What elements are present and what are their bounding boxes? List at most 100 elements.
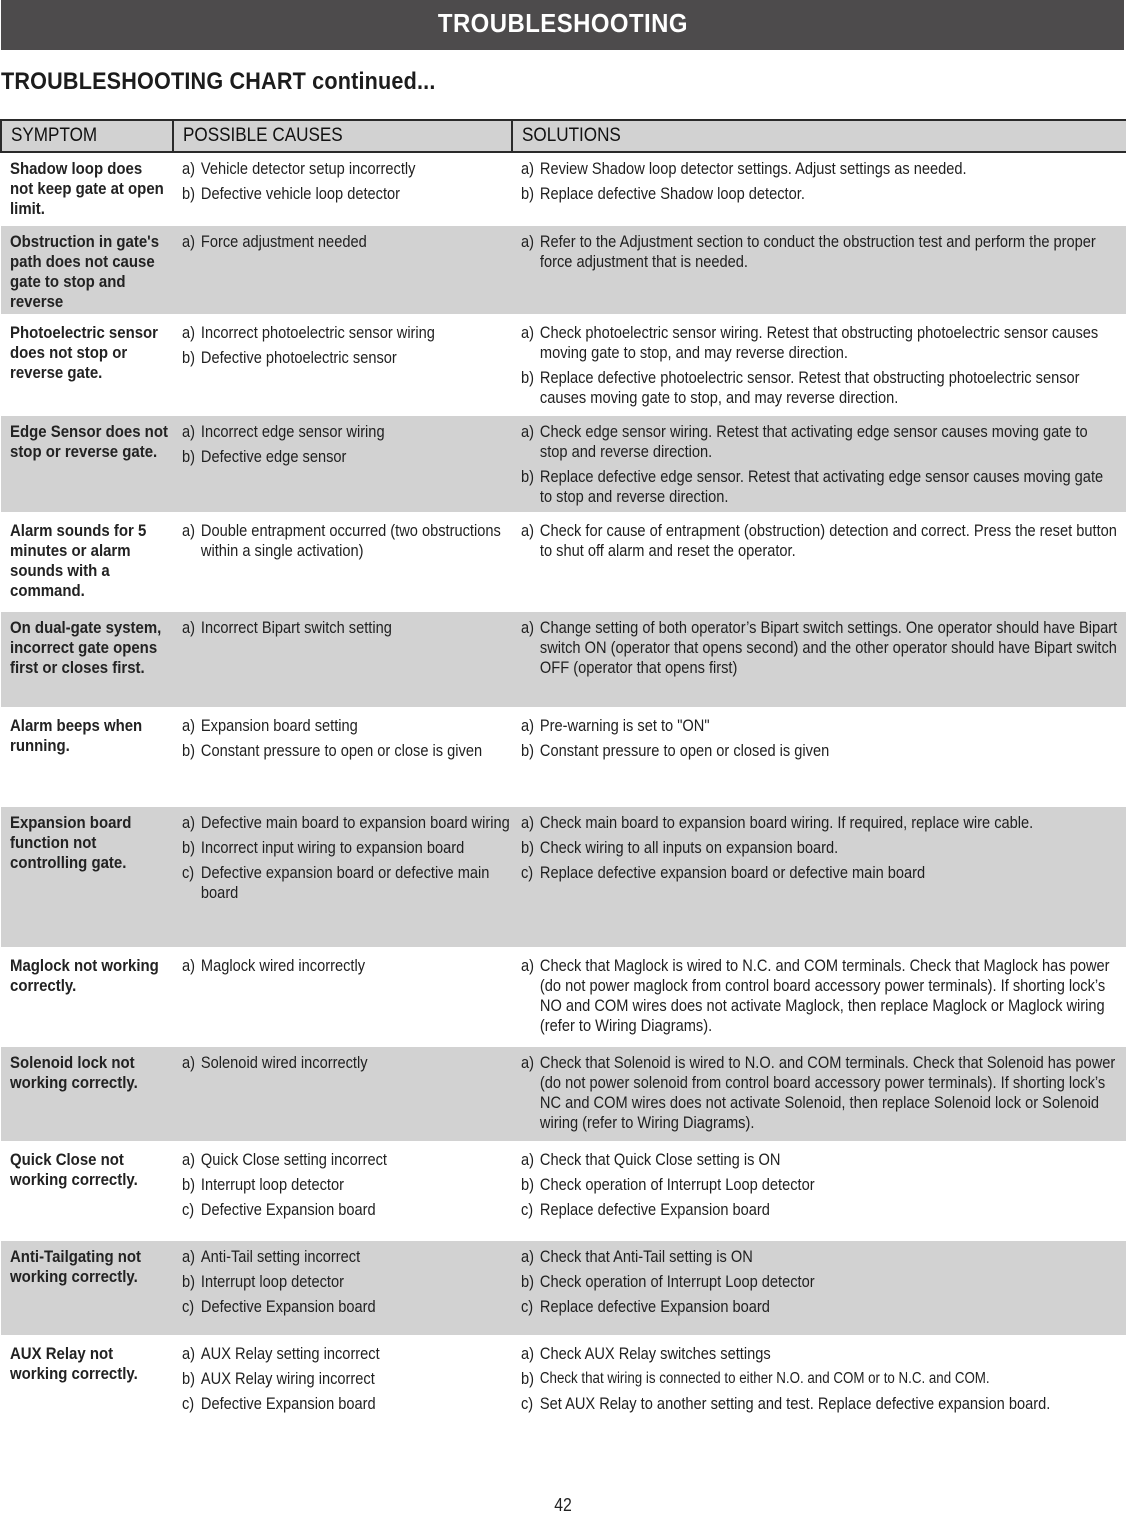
column-header-solutions: SOLUTIONS <box>511 119 1126 153</box>
item-text: Constant pressure to open or close is gi… <box>200 740 483 760</box>
symptom-cell: Anti-Tailgating not working correctly. <box>1 1237 173 1336</box>
item-label: a) <box>182 617 196 637</box>
item-label: b) <box>521 740 535 760</box>
possible-causes-cell: a) Anti-Tail setting incorrect b) Interrupt… <box>173 1237 512 1336</box>
cause-item: c) Defective Expansion board <box>182 1297 511 1317</box>
possible-causes-cell: a) Quick Close setting incorrect b) Interru… <box>173 1140 512 1239</box>
item-label: a) <box>521 1149 535 1169</box>
symptom-text: Solenoid lock not working correctly. <box>10 1052 138 1092</box>
possible-causes-cell: a) Force adjustment needed <box>173 222 512 315</box>
item-text: Defective Expansion board <box>200 1296 376 1316</box>
item-text: Incorrect Bipart switch setting <box>200 617 392 637</box>
item-label: b) <box>182 1174 196 1194</box>
solutions-cell: a) Refer to the Adjustment section to con… <box>512 222 1126 315</box>
item-label: a) <box>182 1052 196 1072</box>
possible-causes-cell: a) Vehicle detector setup incorrectly b) De… <box>173 152 512 224</box>
item-label: b) <box>182 446 196 466</box>
cause-item: a) Incorrect edge sensor wiring <box>182 422 511 442</box>
solution-item: a) Check that Anti-Tail setting is ON <box>521 1247 1119 1267</box>
symptom-cell: Alarm sounds for 5 minutes or alarm soun… <box>1 511 173 610</box>
item-text: Vehicle detector setup incorrectly <box>200 159 416 178</box>
item-text: Check AUX Relay switches settings <box>539 1343 771 1363</box>
cause-item: b) AUX Relay wiring incorrect <box>182 1369 511 1389</box>
table-row: Alarm beeps when running. a) Expansion boa… <box>1 706 1126 805</box>
possible-causes-cell: a) Incorrect edge sensor wiring b) Defectiv… <box>173 412 512 513</box>
cause-item: c) Defective expansion board or defective… <box>182 863 511 903</box>
item-text: Maglock wired incorrectly <box>200 955 366 975</box>
item-label: a) <box>521 520 535 540</box>
cause-item: a) Solenoid wired incorrectly <box>182 1053 511 1073</box>
item-label: a) <box>182 715 196 735</box>
item-text: Check that Maglock is wired to N.C. and … <box>539 955 1110 1035</box>
cause-item: c) Defective Expansion board <box>182 1200 511 1220</box>
chart-subtitle: TROUBLESHOOTING CHART continued... <box>1 68 436 95</box>
table-header-row: SYMPTOM POSSIBLE CAUSES SOLUTIONS <box>0 119 1126 153</box>
item-text: Defective photoelectric sensor <box>200 347 397 367</box>
cause-item: a) Vehicle detector setup incorrectly <box>182 159 511 179</box>
cause-item: b) Constant pressure to open or close is … <box>182 741 511 761</box>
item-label: c) <box>521 1296 534 1316</box>
possible-causes-cell: a) Maglock wired incorrectly <box>173 946 512 1045</box>
cause-item: b) Defective edge sensor <box>182 447 511 467</box>
solution-item: c) Set AUX Relay to another setting and t… <box>521 1394 1119 1414</box>
solution-item: a) Check that Maglock is wired to N.C. an… <box>521 956 1119 1036</box>
table-row: Anti-Tailgating not working correctly. a)… <box>1 1237 1126 1336</box>
solutions-cell: a) Check that Maglock is wired to N.C. an… <box>512 946 1126 1045</box>
solution-item: a) Check for cause of entrapment (obstruc… <box>521 521 1119 561</box>
item-label: b) <box>182 184 196 203</box>
symptom-cell: Solenoid lock not working correctly. <box>1 1043 173 1142</box>
solutions-cell: a) Check that Solenoid is wired to N.O. a… <box>512 1043 1126 1142</box>
item-label: c) <box>521 1393 534 1413</box>
item-label: b) <box>182 837 196 857</box>
item-label: b) <box>521 184 535 203</box>
item-text: Review Shadow loop detector settings. Ad… <box>539 159 967 178</box>
item-text: Incorrect input wiring to expansion boar… <box>200 837 465 857</box>
item-text: Defective main board to expansion board … <box>200 812 510 832</box>
item-label: b) <box>521 1174 535 1194</box>
solution-item: a) Check AUX Relay switches settings <box>521 1344 1119 1364</box>
item-text: Check operation of Interrupt Loop detect… <box>539 1271 815 1291</box>
solutions-cell: a) Check photoelectric sensor wiring. Ret… <box>512 313 1126 414</box>
table-row: Maglock not working correctly. a) Maglock … <box>1 946 1126 1045</box>
item-label: a) <box>521 617 535 637</box>
item-label: a) <box>182 231 196 251</box>
item-text: Defective Expansion board <box>200 1199 376 1219</box>
item-text: Check operation of Interrupt Loop detect… <box>539 1174 815 1194</box>
item-label: c) <box>182 1296 195 1316</box>
item-label: b) <box>521 367 535 387</box>
item-label: c) <box>521 1199 534 1219</box>
solutions-cell: a) Check AUX Relay switches settings b) Che… <box>512 1334 1126 1443</box>
item-text: Check main board to expansion board wiri… <box>539 812 1034 832</box>
item-text: Quick Close setting incorrect <box>200 1149 388 1169</box>
troubleshooting-table: SYMPTOM POSSIBLE CAUSES SOLUTIONS Shadow… <box>0 119 1126 1443</box>
symptom-text: Maglock not working correctly. <box>10 955 159 995</box>
cause-item: a) Expansion board setting <box>182 716 511 736</box>
cause-item: c) Defective Expansion board <box>182 1394 511 1414</box>
symptom-text: Photoelectric sensor does not stop or re… <box>10 322 158 382</box>
item-label: a) <box>521 1343 535 1363</box>
item-text: Defective vehicle loop detector <box>200 184 401 203</box>
item-text: Check that wiring is connected to either… <box>539 1369 990 1387</box>
item-text: Defective Expansion board <box>200 1393 376 1413</box>
item-text: Change setting of both operator’s Bipart… <box>539 617 1118 677</box>
cause-item: b) Incorrect input wiring to expansion bo… <box>182 838 511 858</box>
item-text: Defective edge sensor <box>200 446 347 466</box>
solution-item: a) Check photoelectric sensor wiring. Ret… <box>521 323 1119 363</box>
item-label: b) <box>182 740 196 760</box>
item-text: Defective expansion board or defective m… <box>200 862 490 902</box>
item-text: Pre-warning is set to "ON" <box>539 715 710 735</box>
item-text: Force adjustment needed <box>200 231 367 251</box>
item-text: Replace defective Shadow loop detector. <box>539 184 805 203</box>
item-label: c) <box>182 1199 195 1219</box>
item-label: b) <box>521 1368 535 1388</box>
item-label: a) <box>521 955 535 975</box>
column-header-possible-causes: POSSIBLE CAUSES <box>172 119 513 153</box>
cause-item: b) Defective photoelectric sensor <box>182 348 511 368</box>
item-label: a) <box>182 520 196 540</box>
possible-causes-cell: a) Expansion board setting b) Constant pres… <box>173 706 512 805</box>
solution-item: a) Change setting of both operator’s Bipa… <box>521 618 1119 678</box>
item-text: Check photoelectric sensor wiring. Retes… <box>539 322 1099 362</box>
item-label: a) <box>182 322 196 342</box>
item-label: a) <box>521 1246 535 1266</box>
item-text: Check that Solenoid is wired to N.O. and… <box>539 1052 1116 1132</box>
